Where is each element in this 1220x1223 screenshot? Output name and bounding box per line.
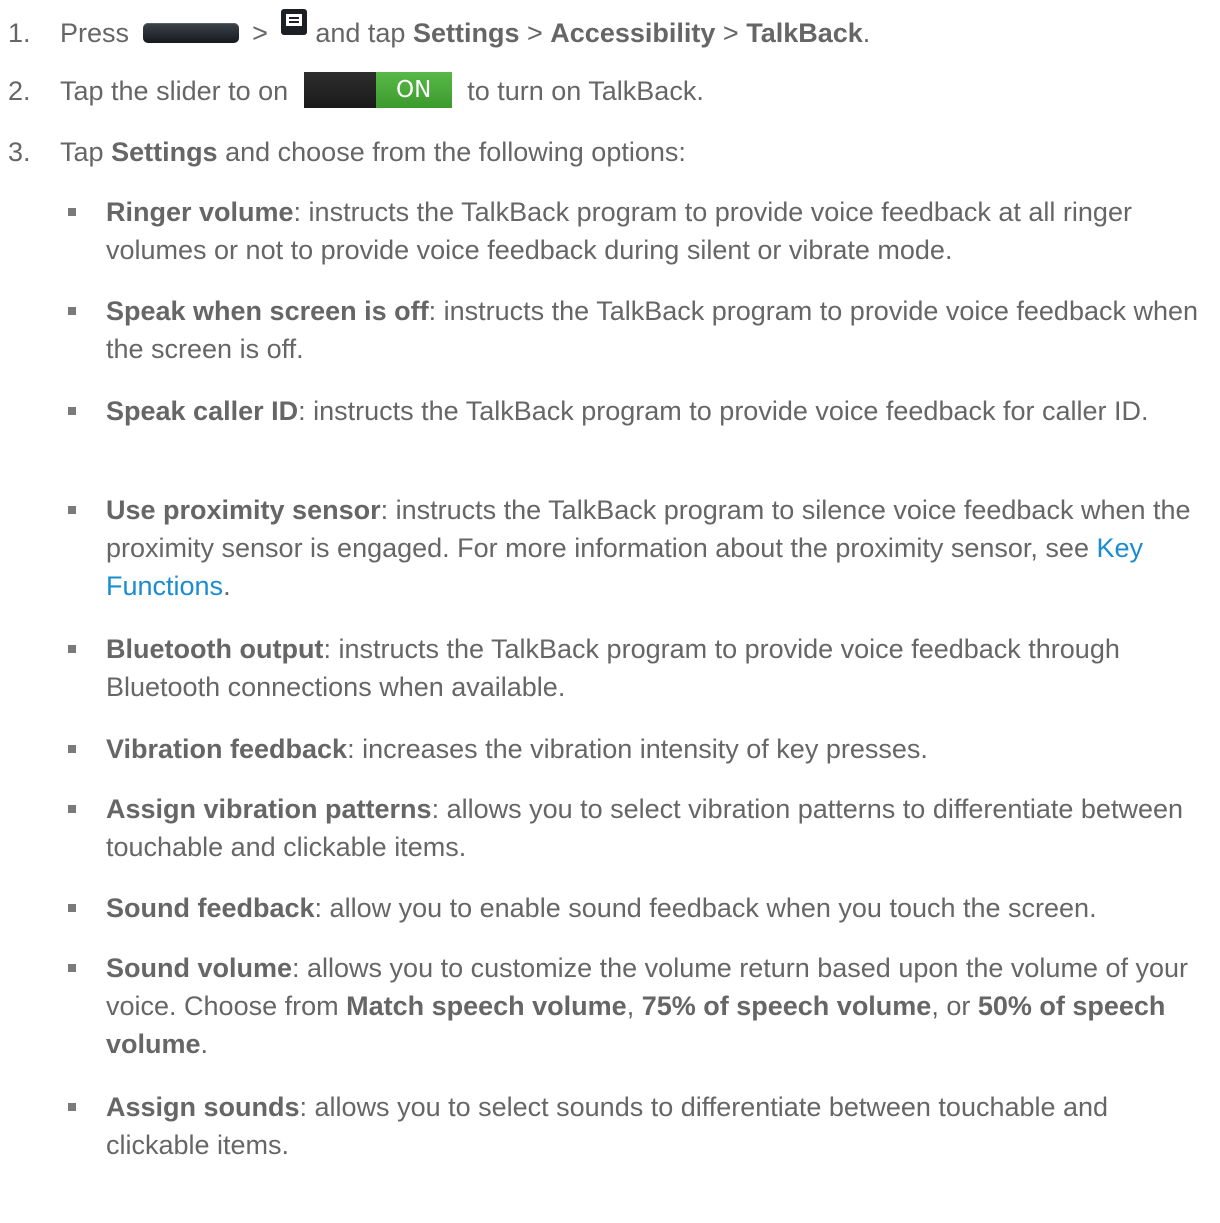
step-3: 3. Tap Settings and choose from the follo… — [8, 133, 686, 171]
toggle-on-label: ON — [375, 72, 452, 108]
period: . — [862, 18, 871, 48]
settings-term: Settings — [111, 137, 218, 167]
step-number: 3. — [8, 137, 31, 167]
option-term: Assign vibration patterns — [106, 794, 432, 824]
step-1: 1. Press > and tap Settings > Accessibili… — [8, 9, 871, 52]
option-term: Speak when screen is off — [106, 296, 429, 326]
option-description: : instructs the TalkBack program to prov… — [298, 396, 1149, 426]
step-text: Tap the slider to on — [60, 76, 289, 107]
option-term: Bluetooth output — [106, 634, 324, 664]
separator: , — [626, 991, 642, 1021]
toggle-off-part — [303, 72, 376, 108]
bullet-icon — [68, 208, 76, 216]
option-term: Use proximity sensor — [106, 495, 381, 525]
step-text: Press — [60, 18, 130, 48]
option-description: : allow you to enable sound feedback whe… — [314, 893, 1097, 923]
separator: > — [527, 18, 543, 48]
option-term: Vibration feedback — [106, 734, 348, 764]
home-key-icon — [142, 22, 239, 43]
on-toggle-icon: ON — [303, 72, 452, 108]
bullet-icon — [68, 745, 76, 753]
bullet-icon — [68, 805, 76, 813]
choice-match-speech-volume: Match speech volume — [346, 991, 627, 1021]
bullet-icon — [68, 904, 76, 912]
option-description: : increases the vibration intensity of k… — [347, 734, 928, 764]
option-term: Sound feedback — [106, 893, 315, 923]
settings-term: Settings — [412, 18, 520, 48]
separator: > — [722, 18, 739, 48]
step-text: to turn on TalkBack. — [467, 76, 704, 107]
choice-75-percent: 75% of speech volume — [641, 991, 932, 1021]
accessibility-term: Accessibility — [550, 18, 716, 48]
period: . — [200, 1029, 209, 1059]
option-term: Assign sounds — [106, 1092, 300, 1122]
bullet-icon — [68, 1103, 76, 1111]
menu-key-icon — [281, 9, 308, 35]
bullet-icon — [68, 964, 76, 972]
step-text: and tap — [315, 18, 406, 48]
step-2: 2. Tap the slider to on ON to turn on Tal… — [8, 72, 704, 114]
bullet-icon — [68, 407, 76, 415]
step-number: 2. — [8, 76, 31, 107]
option-term: Sound volume — [106, 953, 293, 983]
talkback-term: TalkBack — [746, 18, 863, 48]
option-term: Ringer volume — [106, 197, 294, 227]
step-text: and choose from the following options: — [225, 137, 686, 167]
period: . — [223, 571, 231, 601]
step-text: Tap — [60, 137, 104, 167]
document-page: 1. Press > and tap Settings > Accessibili… — [0, 0, 1220, 1223]
bullet-icon — [68, 307, 76, 315]
option-term: Speak caller ID — [106, 396, 299, 426]
separator: , or — [931, 991, 978, 1021]
bullet-icon — [68, 645, 76, 653]
bullet-icon — [68, 506, 76, 514]
separator: > — [252, 18, 268, 48]
step-number: 1. — [8, 18, 31, 48]
